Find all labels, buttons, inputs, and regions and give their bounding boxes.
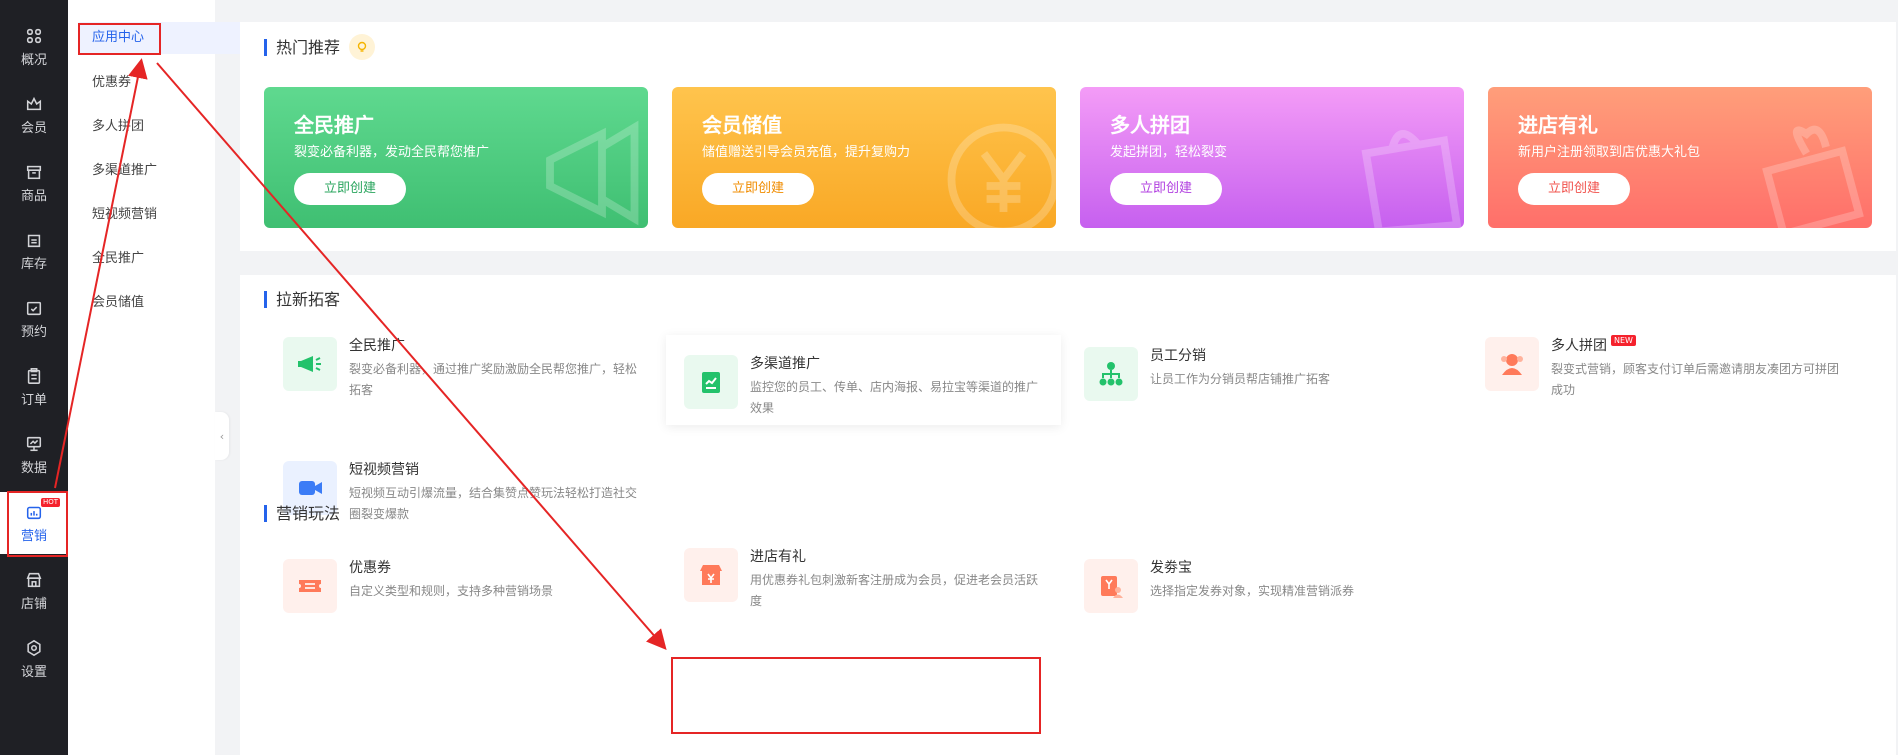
lightbulb-icon <box>349 34 375 60</box>
hot-card-member-recharge: 会员储值 储值赠送引导会员充值，提升复购力 立即创建 <box>672 87 1056 228</box>
app-item-staff-distribution[interactable]: 员工分销 让员工作为分销员帮店铺推广拓客 <box>1066 327 1461 417</box>
app-item-coupon-dispatch[interactable]: 发劵宝 选择指定发券对象，实现精准营销派券 <box>1066 539 1461 629</box>
app-item-all-promo[interactable]: 全民推广 裂变必备利器，通过推广奖励激励全民帮您推广，轻松拓客 <box>265 317 660 407</box>
yen-coin-icon <box>947 123 1056 228</box>
section-title: 拉新拓客 <box>264 291 340 308</box>
shopping-bag-icon <box>1361 130 1462 228</box>
hot-recommend-panel: 热门推荐 全民推广 裂变必备利器，发动全民帮您推广 立即创建 会员储值 储值赠送… <box>240 22 1896 251</box>
card-desc: 裂变必备利器，发动全民帮您推广 <box>294 145 490 160</box>
left-nav: 概况 会员 商品 库存 预约 订单 数据 HOT 营销 店铺 设置 <box>0 0 68 755</box>
nav-label: 数据 <box>20 460 47 476</box>
card-title: 全民推广 <box>294 113 374 137</box>
nav-label: 商品 <box>20 188 47 204</box>
create-now-button[interactable]: 立即创建 <box>702 173 814 205</box>
ticket-person-icon <box>1084 559 1138 613</box>
nav-label: 预约 <box>20 324 47 340</box>
card-desc: 储值赠送引导会员充值，提升复购力 <box>702 145 911 160</box>
nav-label: 订单 <box>20 392 47 408</box>
nav-item-overview[interactable]: 概况 <box>0 16 68 78</box>
app-desc: 用优惠券礼包刺激新客注册成为会员，促进老会员活跃度 <box>750 573 1039 608</box>
shop-yen-icon <box>684 548 738 602</box>
app-name: 优惠券 <box>349 560 391 576</box>
app-item-group-buy[interactable]: 多人拼团 NEW 裂变式营销，顾客支付订单后需邀请朋友凑团方可拼团成功 <box>1467 317 1862 407</box>
gear-icon <box>27 639 41 656</box>
annotation-box-store-gift <box>671 657 1041 734</box>
app-desc: 监控您的员工、传单、店内海报、易拉宝等渠道的推广效果 <box>750 380 1039 415</box>
hot-card-group-buy: 多人拼团 发起拼团，轻松裂变 立即创建 <box>1080 87 1464 228</box>
app-desc: 裂变必备利器，通过推广奖励激励全民帮您推广，轻松拓客 <box>349 362 638 397</box>
annotation-box-marketing <box>7 491 68 557</box>
chart-doc-icon <box>684 355 738 409</box>
monitor-chart-icon <box>26 436 42 451</box>
nav-item-member[interactable]: 会员 <box>0 84 68 146</box>
app-item-coupon[interactable]: 优惠券 自定义类型和规则，支持多种营销场景 <box>265 539 660 629</box>
app-name: 短视频营销 <box>349 462 419 478</box>
app-desc: 裂变式营销，顾客支付订单后需邀请朋友凑团方可拼团成功 <box>1551 362 1840 397</box>
card-title: 会员储值 <box>702 113 782 137</box>
megaphone-icon <box>546 120 639 226</box>
nav-item-shop[interactable]: 店铺 <box>0 560 68 622</box>
app-name: 发劵宝 <box>1150 560 1192 576</box>
group-person-icon <box>1485 337 1539 391</box>
hot-card-store-gift: 进店有礼 新用户注册领取到店优惠大礼包 立即创建 <box>1488 87 1872 228</box>
collapse-sidebar-button[interactable]: ‹ <box>215 412 229 460</box>
nav-label: 会员 <box>20 120 47 136</box>
nav-item-stock[interactable]: 库存 <box>0 220 68 282</box>
nav-item-booking[interactable]: 预约 <box>0 288 68 350</box>
warehouse-icon <box>27 234 41 247</box>
store-box-icon <box>26 165 42 179</box>
app-item-store-gift[interactable]: 进店有礼 用优惠券礼包刺激新客注册成为会员，促进老会员活跃度 <box>666 528 1061 618</box>
nav-item-data[interactable]: 数据 <box>0 424 68 486</box>
shop-icon <box>26 572 42 587</box>
chevron-left-icon: ‹ <box>219 429 225 443</box>
app-name: 员工分销 <box>1150 348 1206 364</box>
section-title: 热门推荐 <box>264 39 340 56</box>
nav-label: 店铺 <box>20 596 47 612</box>
create-now-button[interactable]: 立即创建 <box>1110 173 1222 205</box>
clipboard-icon <box>27 367 41 384</box>
create-now-button[interactable]: 立即创建 <box>1518 173 1630 205</box>
card-title: 进店有礼 <box>1518 113 1598 137</box>
nav-label: 概况 <box>20 52 47 68</box>
card-title: 多人拼团 <box>1110 113 1190 137</box>
app-desc: 短视频互动引爆流量，结合集赞点赞玩法轻松打造社交圈裂变爆款 <box>349 486 638 521</box>
nav-label: 设置 <box>20 664 47 680</box>
app-name: 进店有礼 <box>750 549 806 565</box>
app-desc: 自定义类型和规则，支持多种营销场景 <box>349 584 554 598</box>
section-title: 营销玩法 <box>264 505 340 522</box>
coupon-icon <box>283 559 337 613</box>
create-now-button[interactable]: 立即创建 <box>294 173 406 205</box>
nav-item-orders[interactable]: 订单 <box>0 356 68 418</box>
app-desc: 选择指定发券对象，实现精准营销派券 <box>1150 584 1355 598</box>
calendar-check-icon <box>26 301 42 315</box>
app-name: 全民推广 <box>349 338 405 354</box>
app-name: 多人拼团 NEW <box>1551 335 1636 355</box>
nav-item-settings[interactable]: 设置 <box>0 628 68 690</box>
app-desc: 让员工作为分销员帮店铺推广拓客 <box>1150 372 1331 386</box>
grid-icon <box>26 28 42 43</box>
hot-card-all-promo: 全民推广 裂变必备利器，发动全民帮您推广 立即创建 <box>264 87 648 228</box>
nav-label: 库存 <box>20 256 47 272</box>
app-name-text: 多人拼团 <box>1551 338 1607 354</box>
app-item-multichannel[interactable]: 多渠道推广 监控您的员工、传单、店内海报、易拉宝等渠道的推广效果 <box>666 335 1061 425</box>
crown-icon <box>26 96 42 110</box>
org-tree-icon <box>1084 347 1138 401</box>
card-desc: 发起拼团，轻松裂变 <box>1110 145 1228 160</box>
new-badge: NEW <box>1611 335 1636 346</box>
nav-item-goods[interactable]: 商品 <box>0 152 68 214</box>
annotation-box-app-center <box>78 23 161 55</box>
card-desc: 新用户注册领取到店优惠大礼包 <box>1518 145 1701 160</box>
gift-icon <box>1762 125 1864 228</box>
megaphone-icon <box>283 337 337 391</box>
marketing-apps-panel: 拉新拓客 全民推广 裂变必备利器，通过推广奖励激励全民帮您推广，轻松拓客 多渠道… <box>240 275 1896 755</box>
app-name: 多渠道推广 <box>750 356 820 372</box>
